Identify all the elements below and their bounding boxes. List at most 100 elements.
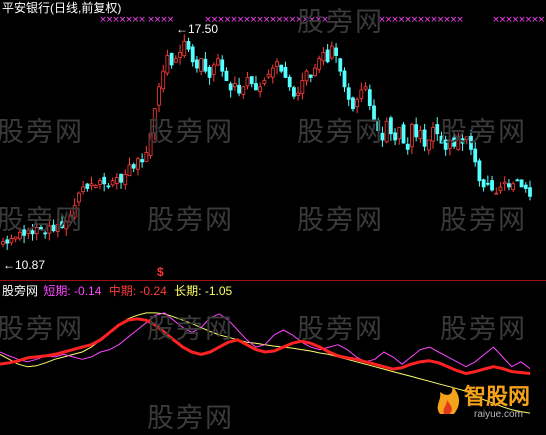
candle-body: [304, 70, 309, 82]
candle-body: [131, 164, 136, 169]
candle-body: [334, 47, 338, 56]
candle-body: [270, 67, 275, 78]
candle-body: [165, 55, 170, 74]
candle-body: [355, 98, 360, 108]
candle-body: [9, 238, 14, 244]
watermark: 股旁网: [147, 403, 234, 434]
candle-body: [523, 184, 528, 189]
candle-body: [182, 41, 187, 57]
candle-body: [249, 76, 254, 85]
high-price-value: 17.50: [188, 22, 219, 36]
candle-body: [502, 181, 507, 185]
legend-long-label: 长期:: [174, 284, 202, 298]
candle-body: [279, 64, 284, 72]
candle-body: [262, 80, 267, 84]
high-price-label: ←17.50: [176, 22, 218, 36]
candle-body: [98, 180, 102, 185]
candle-body: [173, 58, 178, 63]
signal-marker: ×: [538, 15, 546, 25]
candle-body: [405, 143, 410, 150]
candle-body: [498, 186, 503, 192]
candle-body: [313, 67, 317, 77]
candle-body: [481, 179, 486, 188]
candle-body: [199, 58, 204, 72]
watermark: 股旁网: [147, 117, 234, 148]
candle-body: [266, 73, 271, 78]
watermark: 股旁网: [297, 205, 384, 236]
candle-body: [338, 58, 343, 72]
watermark: 股旁网: [440, 314, 527, 345]
candle-body: [275, 61, 279, 67]
candle-body: [169, 52, 174, 66]
candle-body: [477, 160, 482, 182]
candle-body: [127, 164, 132, 177]
legend-mid-label: 中期:: [108, 284, 137, 298]
candle-body: [190, 46, 195, 63]
watermark: 股旁网: [297, 314, 384, 345]
candle-body: [123, 174, 128, 186]
candle-body: [119, 173, 123, 183]
candle-body: [494, 192, 499, 195]
watermark: 股旁网: [0, 205, 84, 236]
candle-body: [528, 187, 532, 197]
candle-body: [102, 176, 107, 185]
candle-body: [136, 158, 140, 170]
candle-body: [114, 177, 119, 184]
site-logo: 智股网 raiyue.com: [432, 384, 544, 424]
candle-body: [397, 127, 402, 140]
watermark: 股旁网: [440, 205, 527, 236]
candle-body: [384, 120, 389, 143]
legend-short-value: -0.14: [74, 284, 102, 298]
candle-body: [140, 159, 145, 163]
indicator-legend: 股旁网 短期: -0.14 中期: -0.24 长期: -1.05: [2, 284, 232, 298]
logo-text: 智股网: [464, 384, 531, 409]
candle-body: [367, 89, 372, 106]
candle-body: [216, 58, 220, 66]
candle-body: [401, 124, 406, 144]
candle-body: [317, 58, 322, 70]
candle-body: [241, 86, 246, 95]
candle-body: [106, 185, 111, 188]
candle-body: [329, 45, 334, 59]
watermark: 股旁网: [0, 314, 84, 345]
signal-marker: ×: [138, 15, 146, 25]
candle-body: [13, 236, 18, 240]
candle-body: [435, 124, 440, 135]
watermark: 股旁网: [147, 314, 234, 345]
candle-body: [485, 182, 490, 185]
candle-body: [237, 84, 241, 94]
arrow-left-icon: ←: [3, 258, 15, 272]
candle-body: [325, 49, 330, 63]
signal-marker: ×: [167, 15, 175, 25]
candle-body: [245, 77, 250, 87]
candle-body: [363, 86, 368, 90]
watermark: 股旁网: [147, 205, 234, 236]
candle-body: [342, 70, 347, 88]
signal-marker: ×: [456, 15, 464, 25]
candle-body: [195, 59, 199, 69]
candle-body: [292, 87, 296, 97]
candle-body: [258, 86, 263, 93]
candle-body: [224, 70, 229, 81]
candle-body: [1, 241, 5, 245]
legend-mid-value: -0.24: [139, 284, 167, 298]
candle-body: [211, 64, 216, 75]
candle-body: [414, 124, 419, 138]
candle-body: [178, 52, 182, 58]
candle-body: [300, 80, 305, 94]
candle-body: [207, 66, 212, 78]
candle-body: [287, 76, 292, 88]
candle-body: [473, 148, 478, 163]
candle-body: [431, 127, 435, 142]
candle-body: [519, 179, 524, 188]
candle-body: [490, 180, 494, 191]
legend-long-value: -1.05: [204, 284, 233, 298]
candle-body: [85, 183, 90, 189]
candle-body: [321, 52, 326, 62]
watermark: 股旁网: [0, 117, 84, 148]
candle-body: [203, 58, 208, 72]
chart-title: 平安银行(日线,前复权): [2, 1, 122, 15]
candle-body: [308, 74, 313, 78]
candle-body: [296, 92, 301, 96]
watermark: 股旁网: [297, 117, 384, 148]
